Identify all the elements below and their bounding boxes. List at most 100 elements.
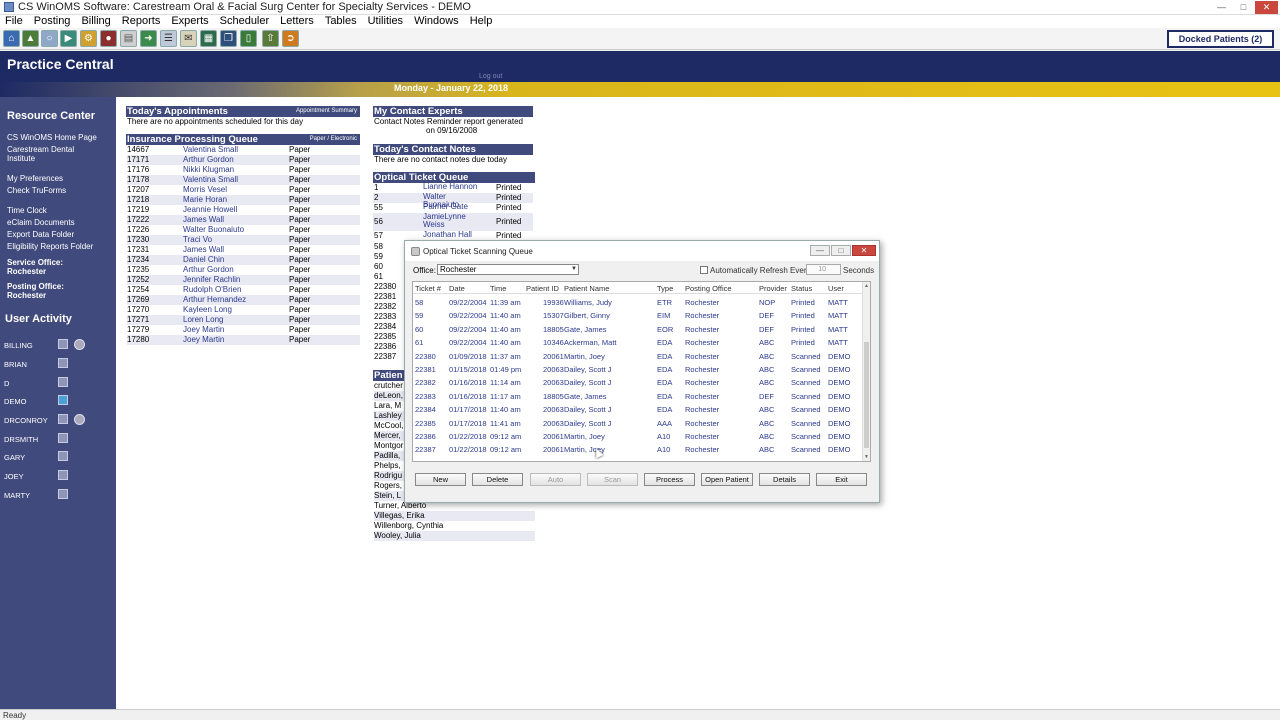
patient-name[interactable]: Jeannie Howell xyxy=(183,205,237,215)
menu-billing[interactable]: Billing xyxy=(76,15,116,28)
patient-name[interactable]: Arthur Gordon xyxy=(183,155,234,165)
dialog-maximize-icon[interactable]: □ xyxy=(831,245,851,256)
menu-posting[interactable]: Posting xyxy=(29,15,77,28)
patient-name[interactable]: Morris Vesel xyxy=(183,185,227,195)
ticket-row[interactable]: 22386 01/22/2018 09:12 am 20061 Martin, Joey… xyxy=(413,429,863,442)
ticket-row[interactable]: 22383 01/16/2018 11:17 am 18805 Gate, James E… xyxy=(413,389,863,402)
patient-name[interactable]: Rudolph O'Brien xyxy=(183,285,241,295)
sidebar-link-truforms[interactable]: Check TruForms xyxy=(7,186,113,195)
patient-name[interactable]: Valentina Small xyxy=(183,145,238,155)
insurance-row[interactable]: 17219 Jeannie Howell Paper xyxy=(127,205,360,215)
patient-name[interactable]: Joey Martin xyxy=(183,335,224,345)
column-header[interactable]: Ticket # xyxy=(415,284,441,293)
insurance-row[interactable]: 17218 Marie Horan Paper xyxy=(127,195,360,205)
sidebar-link-preferences[interactable]: My Preferences xyxy=(7,174,113,183)
patient-name[interactable]: Jonathan Hall xyxy=(423,231,483,239)
patient-name[interactable]: Valentina Small xyxy=(183,175,238,185)
ticket-row[interactable]: 59 09/22/2004 11:40 am 15307 Gilbert, Ginny E… xyxy=(413,308,863,321)
open-patient-button[interactable]: Open Patient xyxy=(701,473,753,486)
patient-name[interactable]: Marie Horan xyxy=(183,195,227,205)
maximize-icon[interactable]: □ xyxy=(1233,1,1254,14)
posting-office-value[interactable]: Rochester xyxy=(7,291,46,300)
user-row[interactable]: GARY xyxy=(4,450,114,464)
column-header[interactable]: Time xyxy=(490,284,506,293)
paper-electronic-link[interactable]: Paper / Electronic xyxy=(310,136,357,142)
patient-name[interactable]: Palmer Gate xyxy=(423,203,483,211)
insurance-row[interactable]: 17171 Arthur Gordon Paper xyxy=(127,155,360,165)
insurance-row[interactable]: 17270 Kayleen Long Paper xyxy=(127,305,360,315)
menu-reports[interactable]: Reports xyxy=(117,15,167,28)
insurance-row[interactable]: 17222 James Wall Paper xyxy=(127,215,360,225)
windows-icon[interactable]: ❐ xyxy=(220,30,237,47)
patient-name[interactable]: Arthur Gordon xyxy=(183,265,234,275)
sidebar-link-eclaim[interactable]: eClaim Documents xyxy=(7,218,113,227)
user-row[interactable]: BILLING xyxy=(4,338,114,352)
service-office-value[interactable]: Rochester xyxy=(7,267,46,276)
column-header[interactable]: Status xyxy=(791,284,812,293)
delete-button[interactable]: Delete xyxy=(472,473,523,486)
insurance-row[interactable]: 17280 Joey Martin Paper xyxy=(127,335,360,345)
document-icon[interactable]: ▤ xyxy=(120,30,137,47)
tables-icon[interactable]: ▦ xyxy=(200,30,217,47)
insurance-row[interactable]: 17207 Morris Vesel Paper xyxy=(127,185,360,195)
user-row[interactable]: MARTY xyxy=(4,488,114,502)
ticket-row[interactable]: 22385 01/17/2018 11:41 am 20063 Dailey, Scot… xyxy=(413,416,863,429)
billing-icon[interactable]: ▶ xyxy=(60,30,77,47)
details-button[interactable]: Details xyxy=(759,473,810,486)
patient-row[interactable]: Wooley, Julia xyxy=(374,531,535,541)
menu-letters[interactable]: Letters xyxy=(275,15,320,28)
insurance-row[interactable]: 17178 Valentina Small Paper xyxy=(127,175,360,185)
menu-windows[interactable]: Windows xyxy=(409,15,465,28)
close-icon[interactable]: ✕ xyxy=(1255,1,1278,14)
arrow-icon[interactable]: ➜ xyxy=(140,30,157,47)
auto-refresh-checkbox[interactable] xyxy=(700,266,708,274)
insurance-row[interactable]: 17252 Jennifer Rachlin Paper xyxy=(127,275,360,285)
patient-name[interactable]: Jennifer Rachlin xyxy=(183,275,240,285)
insurance-row[interactable]: 17279 Joey Martin Paper xyxy=(127,325,360,335)
insurance-row[interactable]: 17230 Traci Vo Paper xyxy=(127,235,360,245)
chart-icon[interactable]: ▯ xyxy=(240,30,257,47)
sidebar-link-dental-institute[interactable]: Carestream Dental Institute xyxy=(7,145,87,163)
minimize-icon[interactable]: — xyxy=(1211,1,1232,14)
patient-name[interactable]: James Wall xyxy=(183,215,224,225)
patient-name[interactable]: Arthur Hernandez xyxy=(183,295,246,305)
sidebar-link-eligibility[interactable]: Eligibility Reports Folder xyxy=(7,242,113,251)
scroll-down-icon[interactable]: ▼ xyxy=(864,454,869,460)
sidebar-link-time-clock[interactable]: Time Clock xyxy=(7,206,113,215)
patient-name[interactable]: Walter Buonaiuto xyxy=(183,225,244,235)
user-row[interactable]: BRIAN xyxy=(4,357,114,371)
patient-name[interactable]: Loren Long xyxy=(183,315,223,325)
menu-help[interactable]: Help xyxy=(465,15,499,28)
home-icon[interactable]: ⌂ xyxy=(3,30,20,47)
menu-utilities[interactable]: Utilities xyxy=(363,15,409,28)
insurance-row[interactable]: 17226 Walter Buonaiuto Paper xyxy=(127,225,360,235)
docked-patients-button[interactable]: Docked Patients (2) xyxy=(1167,30,1274,48)
ticket-row[interactable]: 22381 01/15/2018 01:49 pm 20063 Dailey, Scot… xyxy=(413,362,863,375)
scroll-thumb[interactable] xyxy=(864,342,869,448)
menu-scheduler[interactable]: Scheduler xyxy=(215,15,276,28)
patient-name[interactable]: Lianne Hannon xyxy=(423,183,483,191)
ticket-row[interactable]: 22387 01/22/2018 09:12 am 20061 Martin, Joey… xyxy=(413,442,863,455)
patient-row[interactable]: Willenborg, Cynthia xyxy=(374,521,535,531)
patient-name[interactable]: Nikki Klugman xyxy=(183,165,234,175)
dialog-minimize-icon[interactable]: — xyxy=(810,245,830,256)
new-button[interactable]: New xyxy=(415,473,466,486)
optical-row[interactable]: 56 JamieLynne Weiss Printed xyxy=(373,213,533,231)
appointment-summary-link[interactable]: Appointment Summary xyxy=(296,108,357,114)
patient-name[interactable]: Joey Martin xyxy=(183,325,224,335)
column-header[interactable]: Patient ID xyxy=(526,284,559,293)
ticket-row[interactable]: 22382 01/16/2018 11:14 am 20063 Dailey, Scot… xyxy=(413,375,863,388)
ticket-row[interactable]: 22380 01/09/2018 11:37 am 20061 Martin, Joey… xyxy=(413,349,863,362)
optical-row[interactable]: 1 Lianne Hannon Printed xyxy=(373,183,533,193)
user-row[interactable]: DRCONROY xyxy=(4,413,114,427)
patient-name[interactable]: JamieLynne Weiss xyxy=(423,213,483,229)
exit-icon[interactable]: ➲ xyxy=(282,30,299,47)
auto-button[interactable]: Auto xyxy=(530,473,581,486)
insurance-row[interactable]: 17269 Arthur Hernandez Paper xyxy=(127,295,360,305)
ticket-row[interactable]: 58 09/22/2004 11:39 am 19936 Williams, Judy E… xyxy=(413,295,863,308)
dialog-close-icon[interactable]: ✕ xyxy=(852,245,876,256)
column-header[interactable]: Date xyxy=(449,284,465,293)
scan-button[interactable]: Scan xyxy=(587,473,638,486)
column-header[interactable]: Posting Office xyxy=(685,284,732,293)
menu-file[interactable]: File xyxy=(0,15,29,28)
